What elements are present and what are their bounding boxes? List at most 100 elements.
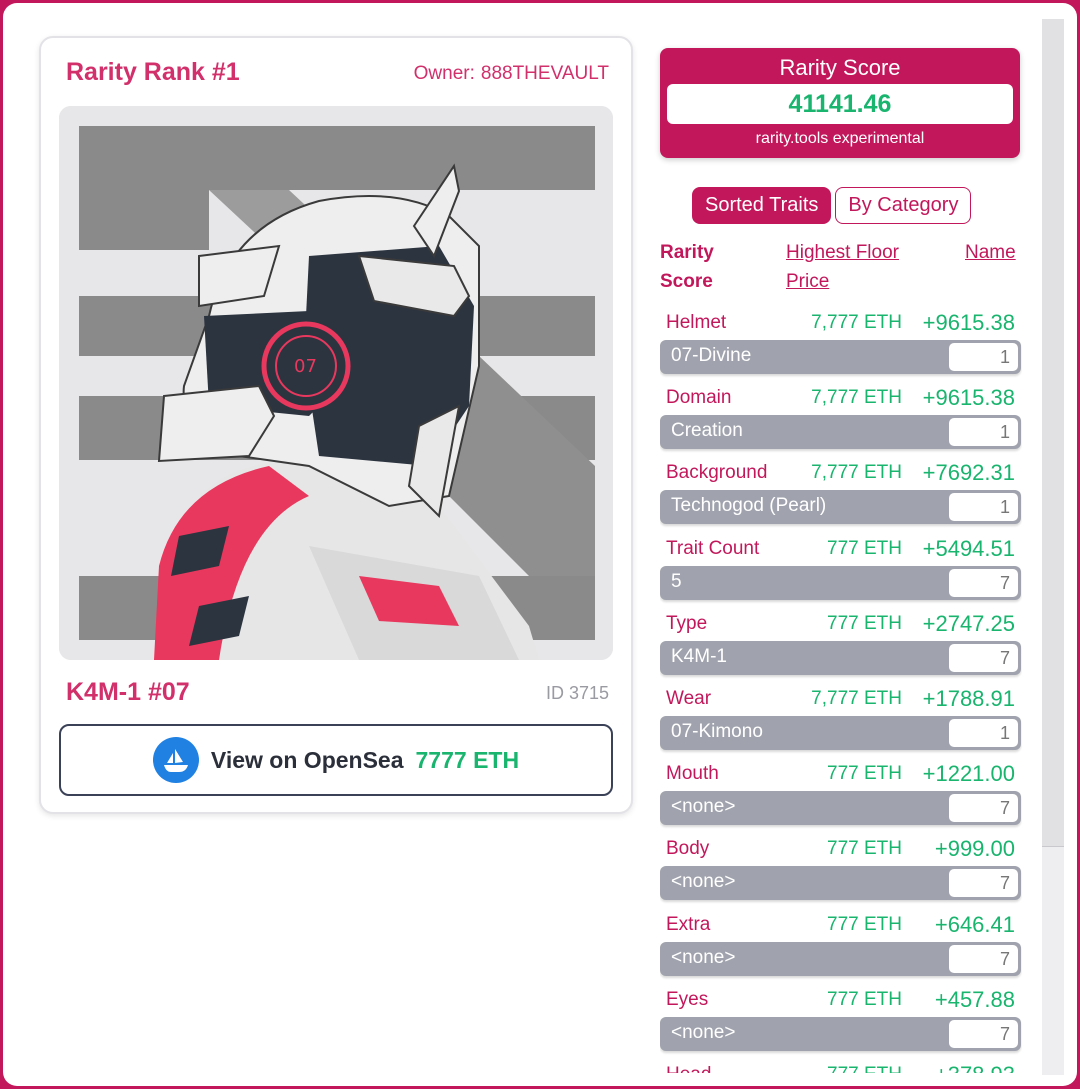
trait-value: <none> — [671, 871, 736, 893]
trait-type: Trait Count — [666, 537, 760, 559]
view-on-opensea-button[interactable]: View on OpenSea 7777 ETH — [59, 724, 613, 796]
trait-value: Technogod (Pearl) — [671, 495, 827, 517]
trait-score: +999.00 — [934, 836, 1015, 862]
trait-score: +378.93 — [935, 1062, 1015, 1073]
trait-score: +7692.31 — [922, 460, 1015, 486]
sort-name[interactable]: Name — [965, 238, 1016, 267]
nft-artwork-image: 07 — [59, 106, 613, 660]
trait-count: 7 — [949, 568, 1018, 597]
trait-row[interactable]: Helmet 7,777 ETH +9615.38 07-Divine 1 — [660, 307, 1022, 382]
trait-score: +646.41 — [934, 911, 1015, 937]
scrollbar-thumb[interactable] — [1042, 19, 1064, 847]
trait-value: Creation — [671, 420, 743, 442]
trait-score: +457.88 — [934, 986, 1015, 1012]
trait-count: 1 — [949, 418, 1018, 447]
trait-row[interactable]: Eyes 777 ETH +457.88 <none> 7 — [660, 984, 1022, 1059]
trait-type: Wear — [666, 687, 712, 709]
trait-value: 07-Divine — [671, 345, 752, 366]
trait-value-bar[interactable]: 07-Divine 1 — [660, 340, 1021, 374]
trait-type: Domain — [666, 387, 732, 409]
owner-info[interactable]: Owner: 888THEVAULT — [414, 63, 609, 85]
tab-sorted-traits[interactable]: Sorted Traits — [692, 187, 832, 224]
trait-count: 7 — [949, 794, 1018, 823]
trait-count: 7 — [949, 643, 1018, 672]
trait-score: +1788.91 — [922, 685, 1015, 711]
trait-value-bar[interactable]: Creation 1 — [660, 415, 1021, 450]
trait-type: Head — [666, 1064, 711, 1073]
trait-row[interactable]: Type 777 ETH +2747.25 K4M-1 7 — [660, 608, 1022, 683]
trait-row[interactable]: Head 777 ETH +378.93 — [660, 1059, 1022, 1073]
rarity-score-value: 41141.46 — [667, 84, 1013, 124]
trait-row[interactable]: Domain 7,777 ETH +9615.38 Creation 1 — [660, 382, 1022, 457]
trait-type: Body — [666, 838, 710, 860]
trait-type: Type — [666, 612, 708, 634]
trait-value-bar[interactable]: 5 7 — [660, 565, 1021, 600]
rarity-score-box: Rarity Score 41141.46 rarity.tools exper… — [660, 48, 1020, 158]
trait-count: 7 — [949, 869, 1018, 898]
page-frame: Rarity Rank #1 Owner: 888THEVAULT 07 K4M… — [3, 3, 1077, 1086]
trait-count: 7 — [949, 1019, 1018, 1048]
trait-value: <none> — [671, 946, 736, 968]
trait-floor-price: 777 ETH — [827, 537, 902, 559]
owner-label: Owner: — [413, 63, 475, 84]
trait-row[interactable]: Mouth 777 ETH +1221.00 <none> 7 — [660, 758, 1022, 833]
trait-score: +1221.00 — [922, 761, 1015, 787]
trait-count: 7 — [949, 944, 1018, 973]
trait-value-bar[interactable]: Technogod (Pearl) 1 — [660, 490, 1021, 525]
opensea-label: View on OpenSea — [210, 746, 404, 773]
trait-count: 1 — [949, 343, 1018, 371]
sort-highest-floor-price[interactable]: Highest Floor Price — [786, 238, 936, 296]
nft-card: Rarity Rank #1 Owner: 888THEVAULT 07 K4M… — [39, 36, 633, 814]
opensea-ship-icon — [152, 737, 199, 783]
trait-floor-price: 7,777 ETH — [811, 387, 902, 409]
trait-count: 1 — [949, 493, 1018, 522]
trait-row[interactable]: Background 7,777 ETH +7692.31 Technogod … — [660, 457, 1022, 532]
trait-count: 1 — [949, 718, 1018, 747]
trait-floor-price: 777 ETH — [827, 763, 902, 785]
scrollbar[interactable] — [1042, 19, 1064, 1075]
nft-artwork[interactable]: 07 — [59, 106, 613, 660]
trait-value-bar[interactable]: 07-Kimono 1 — [660, 715, 1021, 750]
trait-value-bar[interactable]: <none> 7 — [660, 791, 1021, 826]
trait-score: +9615.38 — [922, 310, 1015, 335]
sort-rarity-score[interactable]: Rarity Score — [660, 238, 750, 296]
trait-value: K4M-1 — [671, 645, 727, 667]
trait-floor-price: 777 ETH — [750, 1064, 902, 1073]
trait-floor-price: 7,777 ETH — [811, 462, 902, 484]
trait-score: +2747.25 — [922, 610, 1015, 636]
trait-value-bar[interactable]: <none> 7 — [660, 1016, 1021, 1051]
trait-value-bar[interactable]: <none> 7 — [660, 866, 1021, 901]
opensea-price: 7777 ETH — [415, 746, 520, 773]
helmet-badge-text: 07 — [294, 356, 317, 377]
trait-value: 5 — [671, 570, 682, 592]
trait-value: <none> — [671, 1021, 736, 1043]
trait-value-bar[interactable]: <none> 7 — [660, 941, 1021, 976]
trait-row[interactable]: Trait Count 777 ETH +5494.51 5 7 — [660, 533, 1022, 608]
trait-value: <none> — [671, 796, 736, 818]
trait-floor-price: 7,777 ETH — [811, 687, 902, 709]
rarity-score-subtitle: rarity.tools experimental — [755, 130, 925, 147]
tab-by-category[interactable]: By Category — [835, 187, 972, 224]
trait-type: Helmet — [666, 312, 727, 333]
owner-name[interactable]: 888THEVAULT — [481, 63, 609, 84]
rarity-score-title: Rarity Score — [779, 55, 901, 80]
trait-type: Eyes — [666, 988, 709, 1010]
trait-score: +5494.51 — [922, 535, 1015, 561]
trait-floor-price: 777 ETH — [827, 838, 902, 860]
trait-row[interactable]: Extra 777 ETH +646.41 <none> 7 — [660, 909, 1022, 984]
nft-id: ID 3715 — [545, 683, 609, 703]
trait-value: 07-Kimono — [671, 720, 763, 742]
rarity-rank: Rarity Rank #1 — [66, 58, 240, 86]
trait-row[interactable]: Wear 7,777 ETH +1788.91 07-Kimono 1 — [660, 683, 1022, 758]
trait-view-tabs: Sorted Traits By Category — [692, 187, 972, 224]
trait-floor-price: 777 ETH — [827, 988, 902, 1010]
trait-row[interactable]: Body 777 ETH +999.00 <none> 7 — [660, 833, 1022, 908]
trait-type: Mouth — [666, 763, 719, 785]
trait-score: +9615.38 — [922, 385, 1015, 411]
trait-floor-price: 7,777 ETH — [811, 312, 902, 333]
trait-floor-price: 777 ETH — [827, 913, 902, 935]
trait-type: Extra — [666, 913, 711, 935]
traits-list: Helmet 7,777 ETH +9615.38 07-Divine 1 Do… — [660, 307, 1022, 1073]
nft-name: K4M-1 #07 — [66, 678, 190, 706]
trait-value-bar[interactable]: K4M-1 7 — [660, 640, 1021, 675]
